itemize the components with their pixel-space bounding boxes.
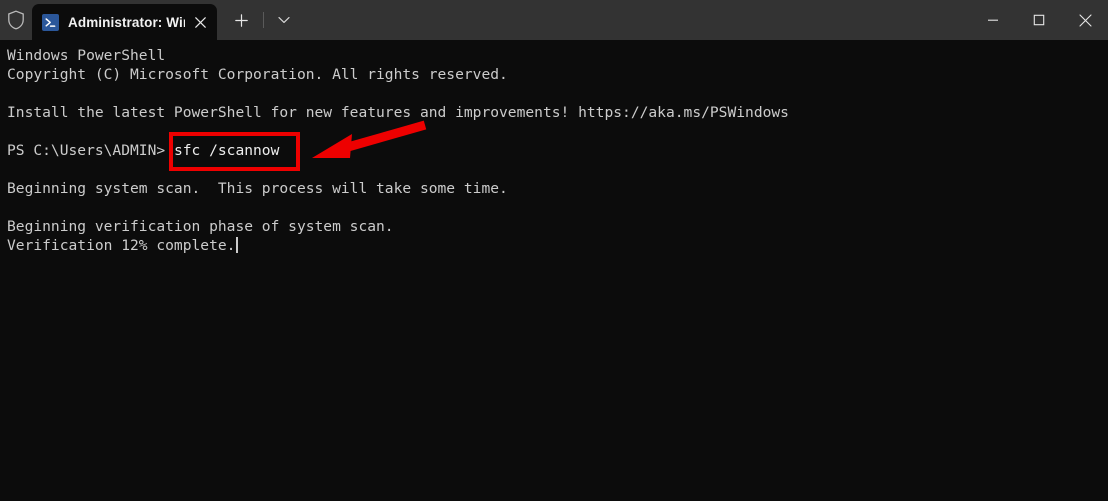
terminal-line: Beginning system scan. This process will… [7, 180, 508, 197]
prompt-line: PS C:\Users\ADMIN> sfc /scannow [7, 141, 1108, 160]
window-controls [970, 0, 1108, 40]
close-button[interactable] [1062, 0, 1108, 40]
terminal-line-progress: Verification 12% complete. [7, 236, 1108, 255]
title-bar: Administrator: Windows Powe [0, 0, 1108, 40]
progress-text: Verification 12% complete. [7, 237, 236, 254]
text-cursor [236, 237, 239, 253]
minimize-button[interactable] [970, 0, 1016, 40]
titlebar-drag-region [300, 0, 970, 40]
terminal-line: Copyright (C) Microsoft Corporation. All… [7, 66, 508, 83]
tabstrip-divider [263, 12, 264, 28]
powershell-icon [42, 13, 59, 31]
terminal-line: Beginning verification phase of system s… [7, 218, 394, 235]
prompt-path: PS C:\Users\ADMIN> [7, 142, 174, 159]
tab-title: Administrator: Windows Powe [68, 14, 185, 30]
tabstrip-actions [217, 0, 300, 40]
maximize-button[interactable] [1016, 0, 1062, 40]
chevron-down-icon[interactable] [268, 4, 300, 36]
shield-icon [0, 0, 32, 40]
powershell-window: Administrator: Windows Powe [0, 0, 1108, 501]
tab-administrator-powershell[interactable]: Administrator: Windows Powe [32, 4, 217, 40]
terminal-line: Windows PowerShell [7, 47, 166, 64]
new-tab-icon[interactable] [223, 4, 259, 36]
command-input[interactable]: sfc /scannow [174, 141, 279, 160]
terminal-line: Install the latest PowerShell for new fe… [7, 104, 789, 121]
close-tab-icon[interactable] [185, 7, 215, 37]
terminal-output-area[interactable]: Windows PowerShell Copyright (C) Microso… [0, 40, 1108, 501]
